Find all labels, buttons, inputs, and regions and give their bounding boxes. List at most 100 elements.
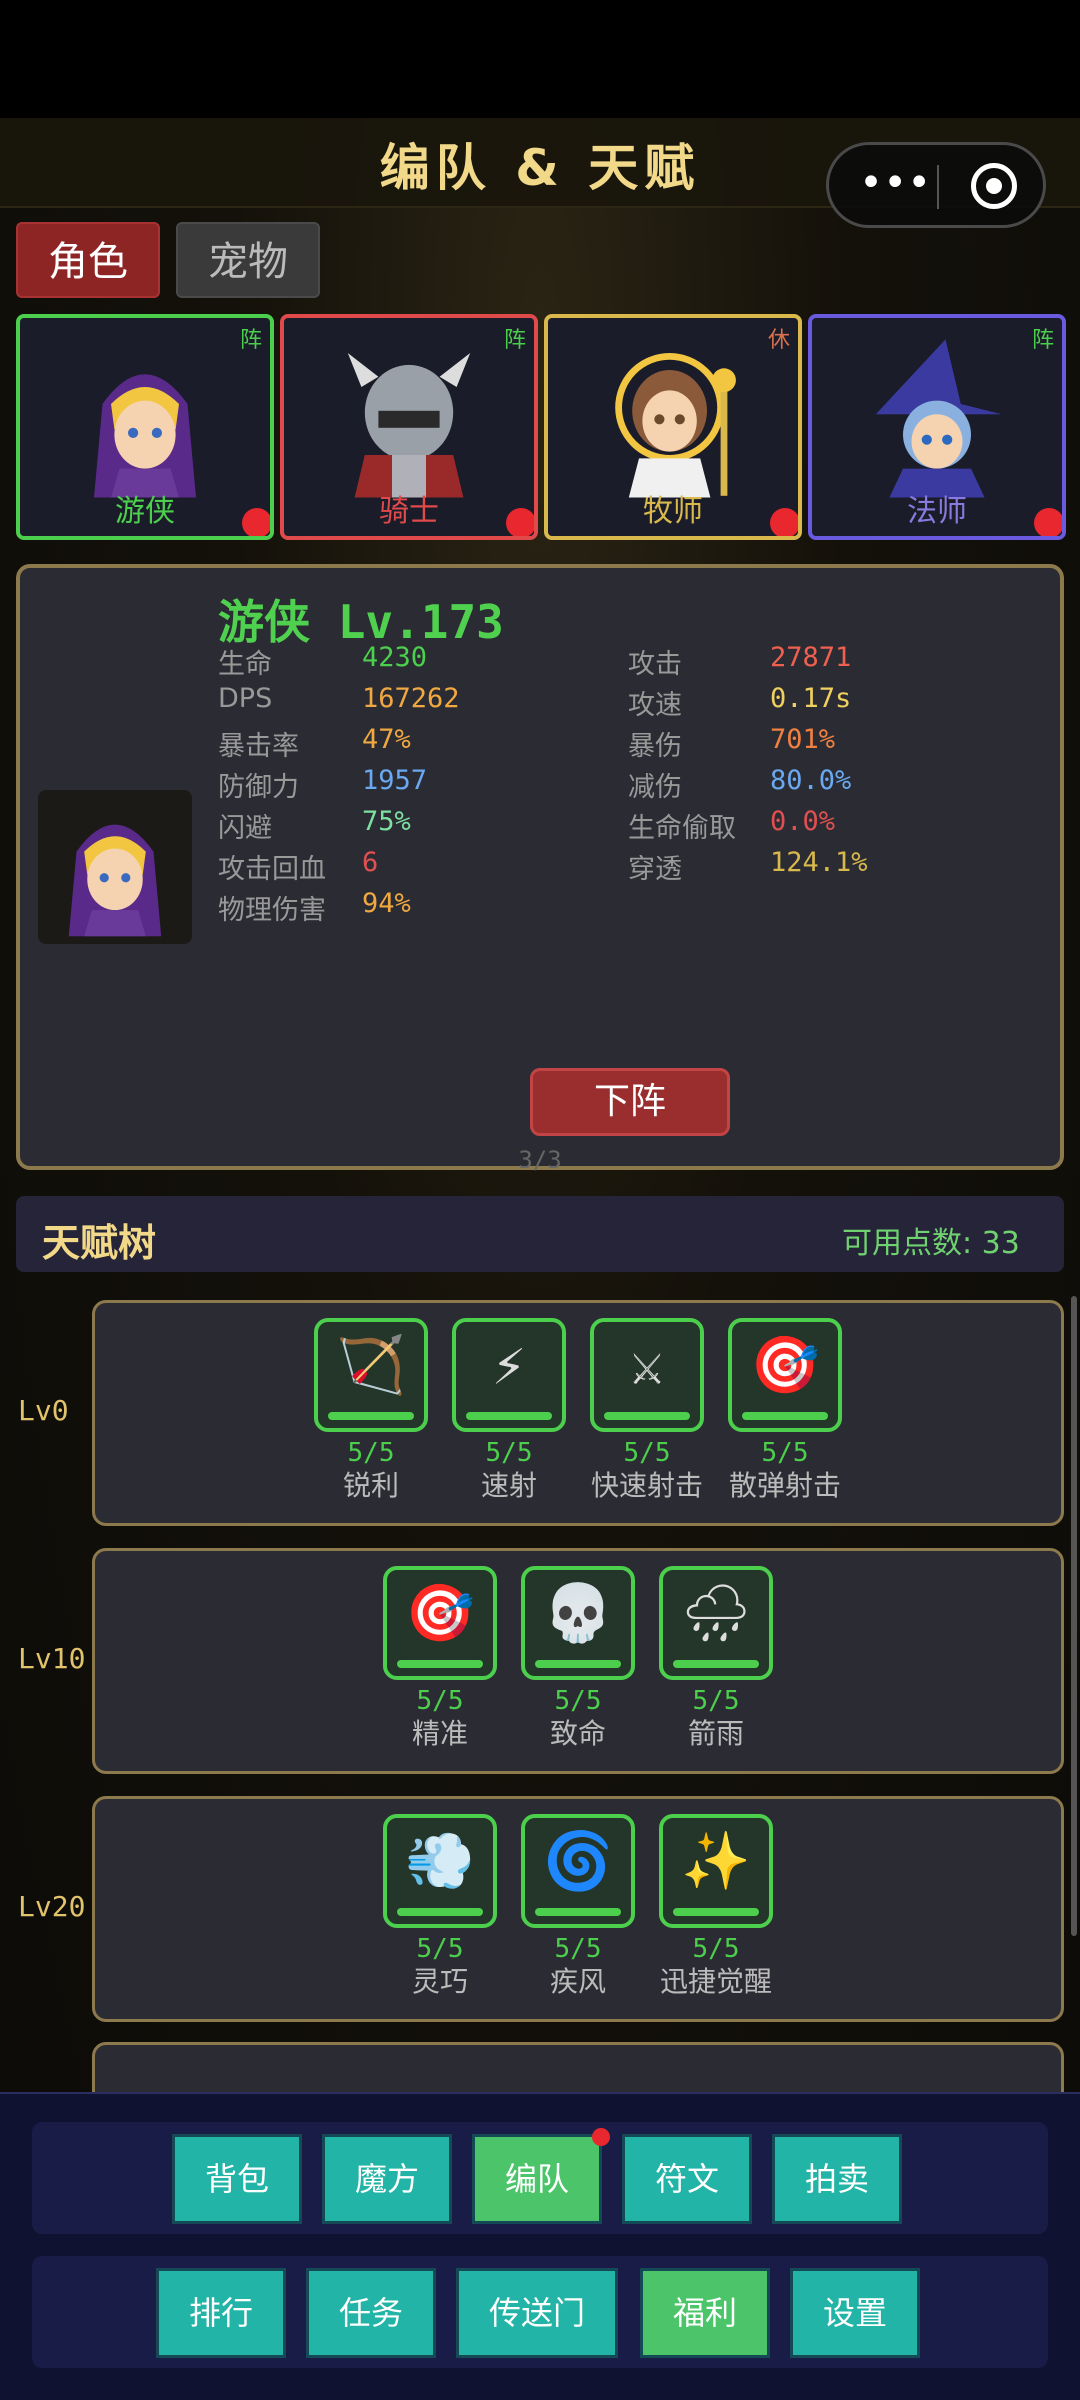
skill-progress-bar (535, 1908, 621, 1916)
hero-card-priest[interactable]: 休 牧师 (544, 314, 802, 540)
nav-button[interactable]: 福利 (640, 2268, 770, 2358)
skill-name: 箭雨 (687, 1717, 744, 1750)
notification-dot (1034, 508, 1062, 536)
stat-value: 124.1% (770, 847, 868, 878)
tier-level-label: Lv0 (18, 1394, 69, 1427)
talent-skill-button[interactable]: 🌀 (521, 1814, 635, 1928)
stat-value: 75% (362, 806, 411, 837)
nav-button[interactable]: 任务 (306, 2268, 436, 2358)
notification-dot (506, 508, 534, 536)
nav-button[interactable]: 传送门 (456, 2268, 618, 2358)
tab-role[interactable]: 角色 (16, 222, 160, 298)
rain-cloud-icon: 🌧 (680, 1581, 752, 1646)
stat-label: 攻击 (628, 649, 682, 680)
skill-progress-bar (466, 1412, 552, 1420)
stat-value: 4230 (362, 642, 428, 673)
nav-button[interactable]: 设置 (790, 2268, 920, 2358)
knight-portrait-icon (347, 353, 471, 498)
talent-skill-button[interactable]: 🎯 (383, 1566, 497, 1680)
skill-name: 迅捷觉醒 (659, 1965, 772, 1998)
skull-icon: 💀 (543, 1581, 613, 1646)
stat-value: 27871 (770, 642, 852, 673)
skill-progress-bar (673, 1908, 759, 1916)
miniprogram-capsule: ••• (826, 142, 1046, 228)
hero-name: 法师 (907, 494, 967, 529)
sparkles-icon: ✨ (681, 1829, 751, 1894)
talent-skill-button[interactable]: 🏹 (314, 1318, 428, 1432)
skill-progress-bar (328, 1412, 414, 1420)
lightning-icon: ⚡ (492, 1333, 526, 1398)
close-target-icon[interactable] (971, 163, 1017, 209)
remove-from-team-button[interactable]: 下阵 (530, 1068, 730, 1136)
stat-value: 0.17s (770, 683, 852, 714)
stat-value: 701% (770, 724, 836, 755)
bow-icon: 🏹 (336, 1333, 406, 1398)
skill-progress-bar (397, 1660, 483, 1668)
stat-label: 生命 (218, 649, 272, 680)
more-menu-icon[interactable]: ••• (859, 163, 931, 209)
hero-tag: 休 (767, 328, 790, 353)
stat-value: 80.0% (770, 765, 852, 796)
stat-label: 穿透 (628, 854, 682, 885)
hero-tag: 阵 (1031, 328, 1054, 353)
stat-label: 防御力 (218, 772, 299, 803)
stat-value: 1957 (362, 765, 428, 796)
priest-portrait-icon (615, 353, 736, 498)
nav-button[interactable]: 拍卖 (772, 2134, 902, 2224)
stat-label: 生命偷取 (628, 813, 736, 844)
tier-level-label: Lv20 (18, 1890, 86, 1923)
stat-label: 攻击回血 (218, 854, 326, 885)
scrollbar[interactable] (1071, 1296, 1077, 1936)
stat-value: 6 (362, 847, 379, 878)
stat-value: 47% (362, 724, 411, 755)
skill-name: 散弹射击 (728, 1469, 841, 1502)
talent-skill-button[interactable]: ⚡ (452, 1318, 566, 1432)
skill-progress-bar (535, 1660, 621, 1668)
hero-card-knight[interactable]: 阵 骑士 (280, 314, 538, 540)
capsule-divider (937, 165, 939, 209)
stat-value: 0.0% (770, 806, 836, 837)
notification-dot (242, 508, 270, 536)
hero-card-mage[interactable]: 阵 法师 (808, 314, 1066, 540)
stat-label: DPS (218, 683, 273, 714)
nav-button[interactable]: 排行 (156, 2268, 286, 2358)
selected-hero-portrait (38, 790, 192, 944)
nav-button[interactable]: 符文 (622, 2134, 752, 2224)
ranger-portrait-icon (94, 374, 196, 498)
skill-progress-bar (742, 1412, 828, 1420)
target-icon: 🎯 (405, 1581, 475, 1646)
talent-skill-button[interactable]: 🎯 (728, 1318, 842, 1432)
page-indicator: 3/3 (518, 1146, 562, 1174)
hero-tag: 阵 (239, 328, 262, 353)
mage-portrait-icon (875, 339, 1002, 498)
talent-tree-title: 天赋树 (42, 1221, 157, 1265)
hero-card-ranger[interactable]: 阵 游侠 (16, 314, 274, 540)
nav-button[interactable]: 编队 (472, 2134, 602, 2224)
notification-dot (592, 2128, 610, 2146)
available-points: 可用点数: 33 (842, 1226, 1020, 1261)
tab-pet[interactable]: 宠物 (176, 222, 320, 298)
wind-icon: 💨 (405, 1829, 475, 1894)
stat-label: 攻速 (628, 690, 682, 721)
skill-progress-bar (397, 1908, 483, 1916)
stat-label: 物理伤害 (218, 895, 326, 926)
hero-name: 牧师 (643, 494, 703, 529)
stat-label: 暴击率 (218, 731, 299, 762)
stat-label: 暴伤 (628, 731, 682, 762)
talent-skill-button[interactable]: ✨ (659, 1814, 773, 1928)
nav-button[interactable]: 魔方 (322, 2134, 452, 2224)
tier-level-label: Lv10 (18, 1642, 86, 1675)
talent-skill-button[interactable]: 💨 (383, 1814, 497, 1928)
notification-dot (770, 508, 798, 536)
status-bar (0, 0, 1080, 118)
talent-skill-button[interactable]: 🌧 (659, 1566, 773, 1680)
talent-skill-button[interactable]: ⚔ (590, 1318, 704, 1432)
cyclone-icon: 🌀 (543, 1829, 613, 1894)
stat-label: 闪避 (218, 813, 272, 844)
skill-progress-bar (673, 1660, 759, 1668)
target-icon: 🎯 (750, 1333, 820, 1398)
hero-name: 游侠 (115, 494, 175, 529)
stat-label: 减伤 (628, 772, 682, 803)
talent-skill-button[interactable]: 💀 (521, 1566, 635, 1680)
nav-button[interactable]: 背包 (172, 2134, 302, 2224)
